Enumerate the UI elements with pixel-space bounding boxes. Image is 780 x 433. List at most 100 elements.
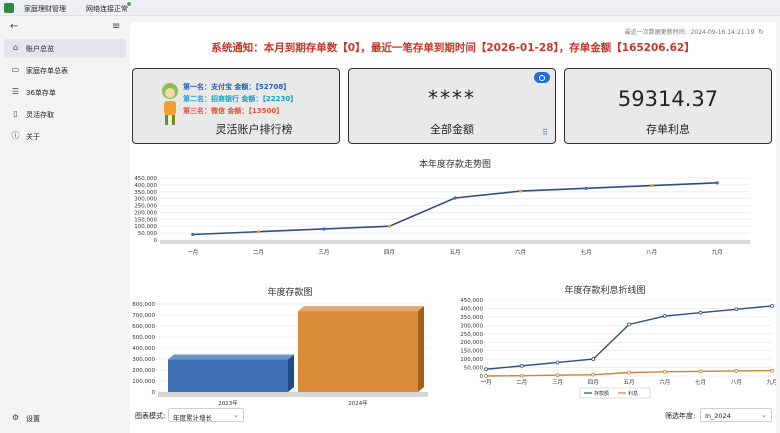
bar-top <box>298 306 424 312</box>
y-tick-label: 200,000 <box>460 340 483 346</box>
main-panel: 最近一次数据更新时间: 2024-09-16 14:21:19 ↻ 系统通知：本… <box>130 22 776 433</box>
x-tick-label: 二月 <box>516 379 527 386</box>
x-axis-base <box>160 240 750 244</box>
data-point <box>591 357 596 362</box>
interest-value: 59314.37 <box>617 87 719 111</box>
total-value: **** <box>428 86 476 110</box>
total-title: 全部金额 <box>430 123 474 136</box>
calendar-icon: ▭ <box>11 65 20 74</box>
gear-icon: ⚙ <box>11 413 20 422</box>
data-point <box>662 369 667 374</box>
sidebar-item-about[interactable]: ⓘ 关于 <box>4 127 126 146</box>
x-tick-label: 五月 <box>449 249 460 256</box>
chart-trend: 450,000400,000350,000300,000250,000200,0… <box>134 176 750 256</box>
data-point <box>698 310 703 315</box>
data-point <box>770 304 774 308</box>
data-point <box>591 372 596 377</box>
y-tick-label: 400,000 <box>134 183 157 189</box>
bar-side <box>418 306 424 392</box>
data-point <box>698 369 703 374</box>
sidebar-item-label: 关于 <box>26 132 40 141</box>
rank-third: 第三名：微信 金额：【13500】 <box>183 107 284 115</box>
chart-trend-title: 本年度存款走势图 <box>418 160 491 170</box>
sidebar-item-label: 36单存单 <box>26 88 56 97</box>
phone-icon: ▯ <box>13 109 18 118</box>
chart-interest-title: 年度存款利息折线图 <box>564 286 646 296</box>
data-point <box>734 307 739 312</box>
sidebar-item-label: 设置 <box>26 414 40 423</box>
x-tick-label: 九月 <box>766 378 776 386</box>
y-tick-label: 350,000 <box>134 190 157 196</box>
year-filter-select[interactable]: In_2024 ⌄ <box>700 408 772 422</box>
y-tick-label: 50,000 <box>138 231 158 237</box>
series-line <box>192 182 718 236</box>
last-update-label: 最近一次数据更新时间: <box>624 29 687 36</box>
info-icon: ⓘ <box>11 131 20 140</box>
rank-first: 第一名：支付宝 金额：【52708】 <box>183 83 291 91</box>
data-point <box>484 367 488 372</box>
total-card[interactable]: **** 全部金额 ⠿ <box>348 68 556 144</box>
legend-label: 存款额 <box>594 390 609 397</box>
x-tick-label: 九月 <box>712 248 723 256</box>
data-point <box>627 370 631 375</box>
chart-yearly-title: 年度存款图 <box>267 288 313 298</box>
x-tick-label: 六月 <box>659 378 670 386</box>
data-point <box>519 373 524 378</box>
data-point <box>555 360 560 365</box>
x-tick-label: 2023年 <box>218 399 238 407</box>
y-tick-label: 0 <box>152 390 156 396</box>
chart-mode-label: 图表模式: <box>135 412 166 420</box>
y-tick-label: 700,000 <box>132 313 155 319</box>
data-point <box>484 374 488 378</box>
series-line <box>485 305 773 370</box>
grid-icon[interactable]: ⠿ <box>542 129 548 137</box>
sidebar-item-deposit-table[interactable]: ▭ 家庭存单总表 <box>4 61 126 80</box>
sidebar-item-overview[interactable]: ⌂ 账户总览 <box>4 39 126 58</box>
data-point <box>627 322 631 327</box>
data-point <box>555 373 560 378</box>
back-arrow-icon[interactable]: ← <box>10 21 18 32</box>
network-ok-icon <box>126 1 132 7</box>
x-tick-label: 四月 <box>588 379 599 386</box>
y-tick-label: 500,000 <box>132 335 155 341</box>
x-tick-label: 2024年 <box>348 399 368 407</box>
sidebar-item-label: 账户总览 <box>26 44 54 53</box>
window-title: 家庭理财管理 <box>24 5 66 13</box>
chart-mode-select[interactable]: 年度累计增长 ⌄ <box>168 408 244 422</box>
y-tick-label: 0 <box>154 238 158 244</box>
y-tick-label: 100,000 <box>460 357 483 363</box>
x-tick-label: 一月 <box>480 379 491 386</box>
refresh-icon[interactable]: ↻ <box>758 28 764 36</box>
data-point <box>770 368 774 373</box>
chart-yearly: 800,000 700,000 600,000 500,000 400,000 300,0… <box>132 302 428 407</box>
x-tick-label: 八月 <box>731 379 742 386</box>
y-tick-label: 200,000 <box>134 210 157 216</box>
y-tick-label: 600,000 <box>132 324 155 330</box>
ranking-title: 灵活账户排行榜 <box>215 123 293 136</box>
sidebar: ← ≡ ⌂ 账户总览 ▭ 家庭存单总表 ☰ 36单存单 ▯ 灵活存取 ⓘ 关于 … <box>0 17 130 433</box>
x-tick-label: 二月 <box>253 249 264 256</box>
x-axis-base <box>158 392 428 397</box>
data-point <box>453 196 457 200</box>
eye-icon[interactable] <box>534 72 550 83</box>
data-point <box>650 183 654 188</box>
hamburger-menu-icon[interactable]: ≡ <box>112 21 120 32</box>
bar <box>168 359 288 392</box>
data-point <box>322 227 326 231</box>
data-point <box>387 224 392 228</box>
y-tick-label: 300,000 <box>132 357 155 363</box>
ranking-card[interactable]: 第一名：支付宝 金额：【52708】 第二名：招商银行 金额：【22230】 第… <box>132 68 340 144</box>
sidebar-item-36-deposits[interactable]: ☰ 36单存单 <box>4 83 126 102</box>
y-tick-label: 100,000 <box>132 379 155 385</box>
y-tick-label: 100,000 <box>134 224 157 230</box>
sidebar-item-flexible[interactable]: ▯ 灵活存取 <box>4 105 126 124</box>
y-tick-label: 150,000 <box>134 217 157 223</box>
interest-card[interactable]: 59314.37 存单利息 <box>564 68 772 144</box>
sidebar-item-settings[interactable]: ⚙ 设置 <box>4 409 126 428</box>
data-point <box>715 181 719 185</box>
x-tick-label: 六月 <box>515 248 526 256</box>
title-bar: 家庭理财管理 网络连接正常 <box>0 0 780 16</box>
bar <box>298 311 418 392</box>
x-tick-label: 五月 <box>623 379 634 386</box>
list-icon: ☰ <box>11 87 20 96</box>
